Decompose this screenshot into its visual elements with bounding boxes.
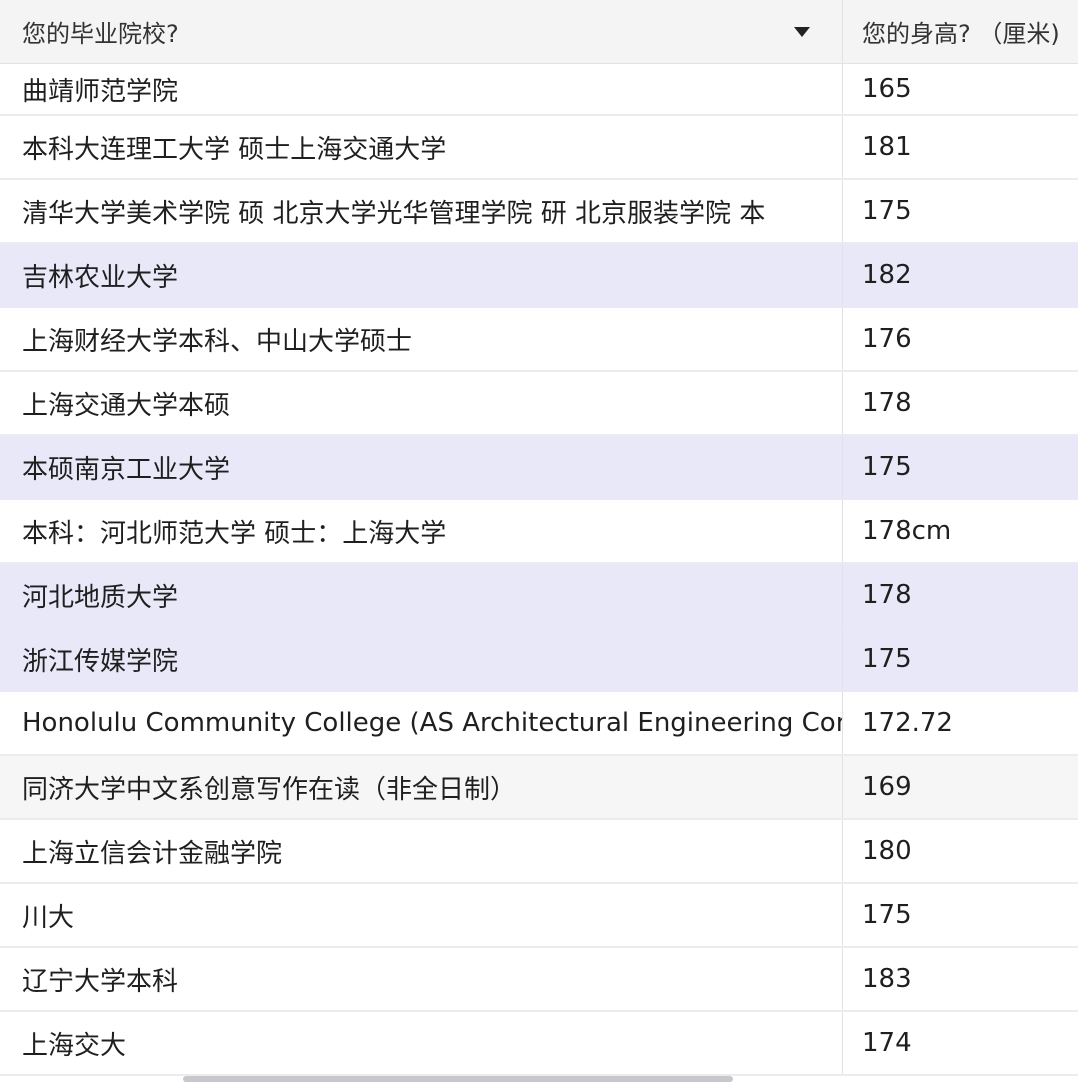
school-cell[interactable]: 浙江传媒学院 bbox=[0, 628, 843, 690]
table-row[interactable]: 浙江传媒学院 175 bbox=[0, 628, 1078, 692]
table-row[interactable]: 本科大连理工大学 硕士上海交通大学 181 bbox=[0, 116, 1078, 180]
table-row[interactable]: 曲靖师范学院 165 bbox=[0, 64, 1078, 116]
table-row[interactable]: 本科：河北师范大学 硕士：上海大学 178cm bbox=[0, 500, 1078, 564]
table-row[interactable]: 上海财经大学本科、中山大学硕士 176 bbox=[0, 308, 1078, 372]
school-cell[interactable]: 上海交通大学本硕 bbox=[0, 372, 843, 434]
school-cell[interactable]: 河北地质大学 bbox=[0, 564, 843, 626]
school-cell[interactable]: Honolulu Community College (AS Architect… bbox=[0, 692, 843, 754]
height-cell[interactable]: 175 bbox=[843, 180, 1078, 242]
table-row[interactable]: 吉林农业大学 182 bbox=[0, 244, 1078, 308]
horizontal-scrollbar[interactable] bbox=[183, 1076, 733, 1082]
table-header: 您的毕业院校? 您的身高? （厘米) bbox=[0, 0, 1078, 64]
height-cell[interactable]: 174 bbox=[843, 1012, 1078, 1074]
height-cell[interactable]: 169 bbox=[843, 756, 1078, 818]
column-header-school[interactable]: 您的毕业院校? bbox=[0, 0, 843, 63]
table-row[interactable]: 本硕南京工业大学 175 bbox=[0, 436, 1078, 500]
height-cell[interactable]: 178 bbox=[843, 564, 1078, 626]
column-header-height[interactable]: 您的身高? （厘米) bbox=[843, 0, 1078, 63]
data-table: 您的毕业院校? 您的身高? （厘米) 曲靖师范学院 165 本科大连理工大学 硕士上… bbox=[0, 0, 1078, 1076]
height-cell[interactable]: 178 bbox=[843, 372, 1078, 434]
height-cell[interactable]: 175 bbox=[843, 436, 1078, 498]
table-row[interactable]: Honolulu Community College (AS Architect… bbox=[0, 692, 1078, 756]
school-cell[interactable]: 本科大连理工大学 硕士上海交通大学 bbox=[0, 116, 843, 178]
school-cell[interactable]: 上海交大 bbox=[0, 1012, 843, 1074]
height-cell[interactable]: 176 bbox=[843, 308, 1078, 370]
chevron-down-icon[interactable] bbox=[794, 27, 810, 37]
school-cell[interactable]: 上海财经大学本科、中山大学硕士 bbox=[0, 308, 843, 370]
school-cell[interactable]: 本硕南京工业大学 bbox=[0, 436, 843, 498]
table-row[interactable]: 清华大学美术学院 硕 北京大学光华管理学院 研 北京服装学院 本 175 bbox=[0, 180, 1078, 244]
school-cell[interactable]: 辽宁大学本科 bbox=[0, 948, 843, 1010]
height-cell[interactable]: 182 bbox=[843, 244, 1078, 306]
school-cell[interactable]: 上海立信会计金融学院 bbox=[0, 820, 843, 882]
height-cell[interactable]: 175 bbox=[843, 884, 1078, 946]
school-cell[interactable]: 同济大学中文系创意写作在读（非全日制） bbox=[0, 756, 843, 818]
height-cell[interactable]: 165 bbox=[843, 64, 1078, 114]
height-cell[interactable]: 181 bbox=[843, 116, 1078, 178]
school-cell[interactable]: 吉林农业大学 bbox=[0, 244, 843, 306]
table-row[interactable]: 河北地质大学 178 bbox=[0, 564, 1078, 628]
column-header-height-label: 您的身高? （厘米) bbox=[862, 20, 1060, 48]
height-cell[interactable]: 175 bbox=[843, 628, 1078, 690]
table-body: 曲靖师范学院 165 本科大连理工大学 硕士上海交通大学 181 清华大学美术学院 硕 … bbox=[0, 64, 1078, 1076]
table-row[interactable]: 辽宁大学本科 183 bbox=[0, 948, 1078, 1012]
table-row[interactable]: 上海交通大学本硕 178 bbox=[0, 372, 1078, 436]
height-cell[interactable]: 183 bbox=[843, 948, 1078, 1010]
height-cell[interactable]: 178cm bbox=[843, 500, 1078, 562]
table-row[interactable]: 上海立信会计金融学院 180 bbox=[0, 820, 1078, 884]
height-cell[interactable]: 180 bbox=[843, 820, 1078, 882]
table-row[interactable]: 川大 175 bbox=[0, 884, 1078, 948]
table-row[interactable]: 同济大学中文系创意写作在读（非全日制） 169 bbox=[0, 756, 1078, 820]
school-cell[interactable]: 本科：河北师范大学 硕士：上海大学 bbox=[0, 500, 843, 562]
school-cell[interactable]: 曲靖师范学院 bbox=[0, 64, 843, 114]
height-cell[interactable]: 172.72 bbox=[843, 692, 1078, 754]
column-header-school-label: 您的毕业院校? bbox=[22, 20, 179, 48]
school-cell[interactable]: 清华大学美术学院 硕 北京大学光华管理学院 研 北京服装学院 本 bbox=[0, 180, 843, 242]
school-cell[interactable]: 川大 bbox=[0, 884, 843, 946]
table-row[interactable]: 上海交大 174 bbox=[0, 1012, 1078, 1076]
